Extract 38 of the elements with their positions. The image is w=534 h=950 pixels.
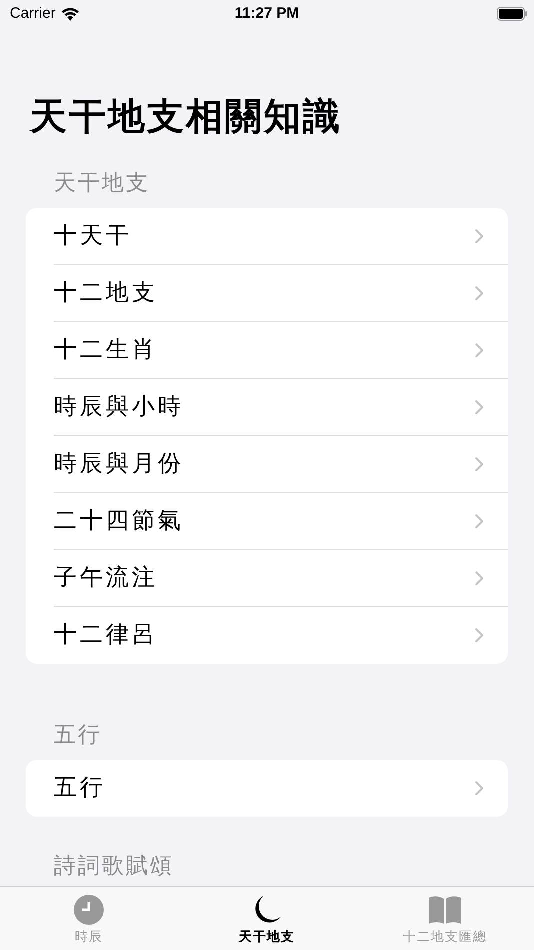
chevron-icon <box>475 456 484 472</box>
list-row[interactable]: 二十四節氣 <box>54 493 508 550</box>
row-label: 五行 <box>54 774 107 802</box>
chevron-icon <box>475 514 484 528</box>
list-row[interactable]: 十二生肖 <box>54 322 508 379</box>
list-row[interactable]: 十二地支 <box>54 265 508 322</box>
list-row[interactable]: 五行 <box>54 760 508 817</box>
list-row[interactable]: 十二律呂 <box>54 607 508 664</box>
row-label: 時辰與小時 <box>54 392 185 421</box>
page-title: 天干地支相關知識 <box>30 96 343 140</box>
list-row[interactable]: 時辰與月份 <box>54 436 508 493</box>
row-label: 子午流注 <box>54 564 159 592</box>
row-label: 十二地支 <box>54 278 159 307</box>
list-row[interactable]: 時辰與小時 <box>54 379 508 436</box>
carrier-label: Carrier <box>10 4 56 24</box>
row-label: 十二生肖 <box>54 336 159 364</box>
chevron-icon <box>475 286 484 300</box>
chevron-icon <box>475 400 484 414</box>
section-header: 詩詞歌賦頌 <box>53 852 175 880</box>
section-header: 五行 <box>53 721 103 749</box>
tab-button[interactable]: 天干地支 <box>178 887 356 950</box>
list-row[interactable]: 子午流注 <box>54 550 508 607</box>
wifi-icon <box>60 7 80 21</box>
chevron-icon <box>475 570 484 586</box>
chevron-icon <box>475 628 484 643</box>
clock-time: 11:27 PM <box>234 4 300 24</box>
section-header: 天干地支 <box>53 169 151 197</box>
battery-icon <box>497 7 528 21</box>
chevron-icon <box>475 781 484 796</box>
chevron-icon <box>475 228 484 244</box>
clock-icon <box>74 895 104 925</box>
chevron-icon <box>475 342 484 358</box>
book-icon <box>428 895 462 925</box>
row-label: 二十四節氣 <box>54 506 185 535</box>
list-row[interactable]: 十天干 <box>54 208 508 265</box>
row-label: 十二律呂 <box>54 621 159 650</box>
row-label: 時辰與月份 <box>54 450 185 478</box>
row-label: 十天干 <box>54 222 133 250</box>
